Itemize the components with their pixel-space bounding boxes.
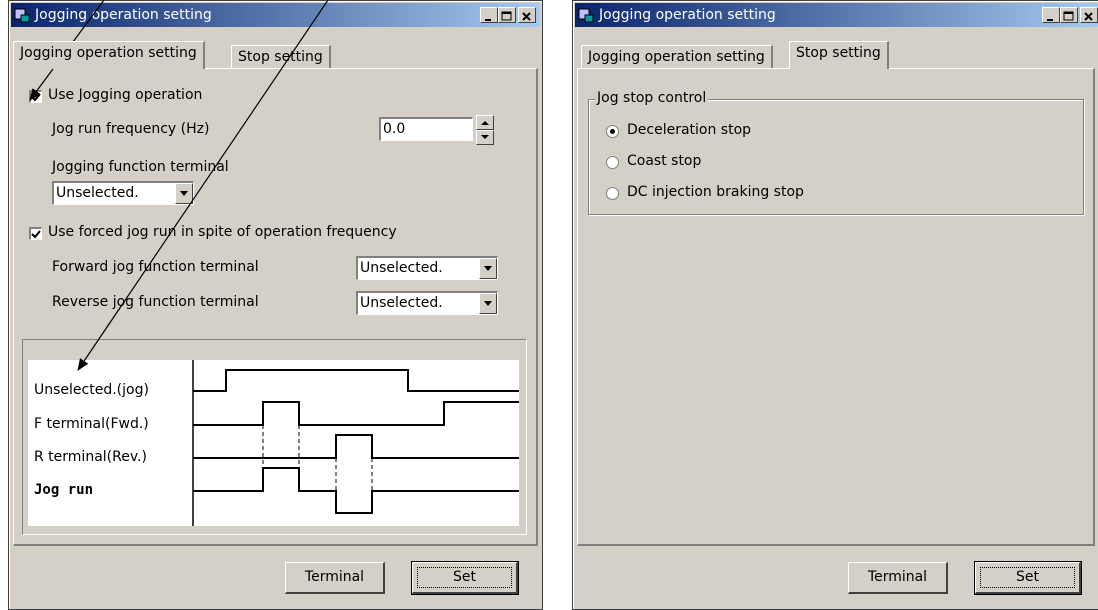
close-button[interactable] <box>1080 7 1098 23</box>
jog-stop-control-group: Jog stop control Deceleration stop Coast… <box>588 90 1084 215</box>
tab-stop-setting[interactable]: Stop setting <box>231 45 331 69</box>
tab-jogging-operation-setting[interactable]: Jogging operation setting <box>13 41 205 69</box>
close-icon <box>1084 12 1093 21</box>
tab-label: Jogging operation setting <box>20 45 197 61</box>
spin-up-button[interactable] <box>476 115 494 130</box>
reverse-terminal-select[interactable]: Unselected. <box>356 291 498 315</box>
spin-down-icon <box>481 135 489 139</box>
window-title: Jogging operation setting <box>599 7 776 23</box>
forced-jog-label: Use forced jog run in spite of operation… <box>48 224 397 240</box>
waveform-rev <box>193 434 519 459</box>
spin-up-icon <box>481 121 489 125</box>
minimize-icon <box>485 19 491 21</box>
chevron-down-icon <box>484 266 492 271</box>
timing-waveforms <box>192 360 519 526</box>
close-icon <box>522 12 531 21</box>
tab-label: Stop setting <box>796 45 881 61</box>
terminal-button-label: Terminal <box>867 569 928 585</box>
chevron-down-icon <box>180 191 188 196</box>
use-jogging-label: Use Jogging operation <box>48 87 203 103</box>
minimize-button[interactable] <box>1042 7 1060 23</box>
terminal-button[interactable]: Terminal <box>285 562 385 594</box>
terminal-button-label: Terminal <box>304 569 365 585</box>
chevron-down-icon <box>484 301 492 306</box>
option-label: Coast stop <box>627 153 702 169</box>
option-label: Deceleration stop <box>627 122 752 138</box>
set-button[interactable]: Set <box>411 561 519 595</box>
use-jogging-checkbox[interactable] <box>29 90 42 103</box>
left-title-bar[interactable]: Jogging operation setting <box>11 3 540 27</box>
minimize-icon <box>1047 19 1053 21</box>
dropdown-button[interactable] <box>479 293 497 314</box>
focus-rect <box>980 567 1075 588</box>
minimize-button[interactable] <box>480 7 498 23</box>
tab-label: Jogging operation setting <box>588 49 765 65</box>
left-dialog-window: Jogging operation setting Jogging operat… <box>8 0 543 610</box>
set-button[interactable]: Set <box>974 561 1082 595</box>
check-icon <box>31 93 41 102</box>
forward-terminal-value: Unselected. <box>360 260 443 276</box>
dropdown-button[interactable] <box>175 183 193 204</box>
maximize-icon <box>1063 11 1074 21</box>
focus-rect <box>417 567 512 588</box>
maximize-icon <box>501 11 512 21</box>
window-title: Jogging operation setting <box>35 7 212 23</box>
tab-label: Stop setting <box>238 49 323 65</box>
terminal-button[interactable]: Terminal <box>848 562 948 594</box>
radio-dc-injection-braking-stop[interactable] <box>606 187 619 200</box>
dropdown-button[interactable] <box>479 258 497 279</box>
right-dialog-window: Jogging operation setting Jogging operat… <box>572 0 1098 610</box>
forward-terminal-label: Forward jog function terminal <box>52 259 259 275</box>
forward-terminal-select[interactable]: Unselected. <box>356 256 498 280</box>
jog-frequency-label: Jog run frequency (Hz) <box>52 121 210 137</box>
radio-coast-stop[interactable] <box>606 156 619 169</box>
check-icon <box>31 230 41 239</box>
close-button[interactable] <box>518 7 536 23</box>
tab-stop-setting[interactable]: Stop setting <box>789 41 889 69</box>
app-icon <box>578 8 594 23</box>
tab-jogging-operation-setting[interactable]: Jogging operation setting <box>581 45 773 69</box>
jog-frequency-spinner[interactable] <box>476 115 494 145</box>
right-title-bar[interactable]: Jogging operation setting <box>575 3 1098 27</box>
maximize-button[interactable] <box>498 7 516 23</box>
jog-terminal-label: Jogging function terminal <box>52 159 229 175</box>
timing-diagram: Unselected.(jog) F terminal(Fwd.) R term… <box>28 360 519 526</box>
radio-selected-dot <box>610 129 615 134</box>
jog-terminal-select[interactable]: Unselected. <box>52 181 194 205</box>
jogging-tab-panel: Use Jogging operation Jog run frequency … <box>13 68 538 546</box>
jog-terminal-value: Unselected. <box>56 185 139 201</box>
group-title: Jog stop control <box>595 90 709 106</box>
spin-down-button[interactable] <box>476 130 494 145</box>
waveform-jog <box>193 369 519 392</box>
stop-tab-panel: Jog stop control Deceleration stop Coast… <box>577 68 1095 546</box>
option-label: DC injection braking stop <box>627 184 804 200</box>
waveform-jog-run <box>193 467 519 514</box>
jog-frequency-input[interactable]: 0.0 <box>379 117 473 141</box>
app-icon <box>14 8 30 23</box>
reverse-terminal-value: Unselected. <box>360 295 443 311</box>
forced-jog-checkbox[interactable] <box>29 227 42 240</box>
waveform-fwd <box>193 401 519 426</box>
maximize-button[interactable] <box>1060 7 1078 23</box>
jog-frequency-value: 0.0 <box>383 121 406 137</box>
reverse-terminal-label: Reverse jog function terminal <box>52 294 259 310</box>
radio-deceleration-stop[interactable] <box>606 125 619 138</box>
